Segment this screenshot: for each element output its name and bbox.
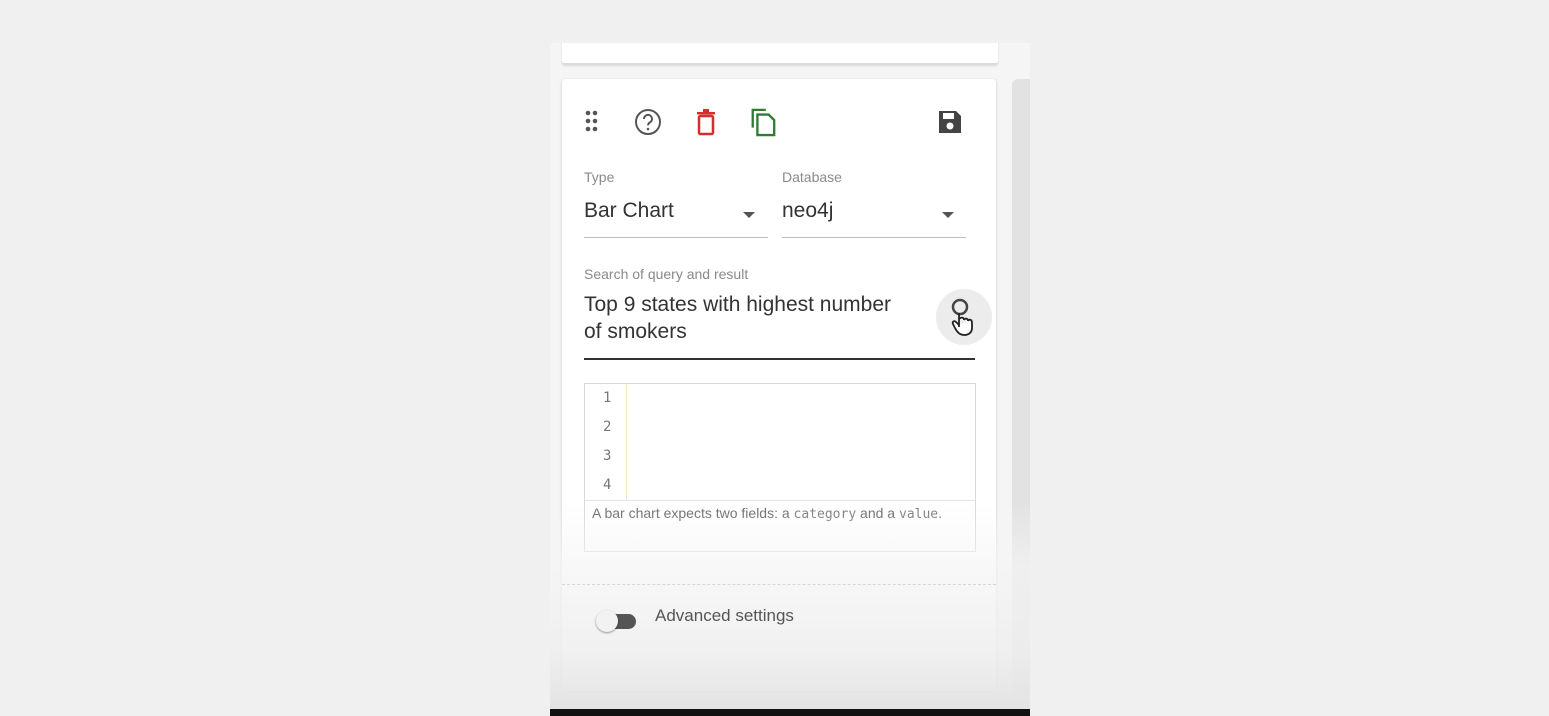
advanced-settings-label: Advanced settings	[655, 606, 794, 625]
copy-icon[interactable]	[749, 107, 777, 137]
save-icon[interactable]	[936, 107, 964, 137]
database-label: Database	[782, 169, 842, 185]
trash-icon[interactable]	[692, 107, 720, 137]
line-number: 2	[603, 419, 612, 435]
adjacent-card-edge	[1012, 79, 1030, 693]
search-submit-icon	[951, 298, 973, 336]
search-submit-button[interactable]	[936, 289, 992, 345]
report-settings-card: Type Bar Chart Database neo4j Search of …	[562, 79, 1008, 716]
bottom-edge-bar	[550, 709, 1030, 716]
advanced-settings-toggle[interactable]	[596, 609, 640, 633]
line-number-gutter: 1 2 3 4	[585, 384, 627, 500]
hint-text: and a	[856, 505, 899, 521]
line-number: 4	[603, 477, 612, 493]
query-editor[interactable]: 1 2 3 4 A bar chart expects two fields: …	[584, 383, 976, 552]
search-label: Search of query and result	[584, 266, 749, 282]
hint-text: A bar chart expects two fields: a	[592, 505, 794, 521]
dashboard-panel-area: Type Bar Chart Database neo4j Search of …	[550, 43, 1030, 716]
hint-code-value: value	[899, 507, 939, 522]
search-input-underline	[584, 358, 975, 360]
search-input[interactable]: Top 9 states with highest number of smok…	[584, 291, 914, 345]
help-circle-icon[interactable]	[634, 107, 662, 137]
toggle-thumb	[596, 610, 618, 632]
type-select-value[interactable]: Bar Chart	[584, 199, 674, 223]
drag-handle-icon[interactable]	[578, 107, 606, 137]
line-number: 1	[603, 390, 612, 406]
hint-text: .	[938, 505, 943, 521]
hint-code-category: category	[793, 507, 857, 522]
type-label: Type	[584, 169, 615, 185]
previous-card-edge	[562, 43, 998, 65]
editor-hint: A bar chart expects two fields: a catego…	[585, 500, 975, 551]
chevron-down-icon[interactable]	[743, 212, 755, 218]
section-divider	[562, 584, 996, 585]
line-number: 3	[603, 448, 612, 464]
type-select-underline	[584, 237, 768, 238]
gutter-divider	[626, 384, 627, 500]
database-select-underline	[782, 237, 966, 238]
chevron-down-icon[interactable]	[942, 212, 954, 218]
database-select-value[interactable]: neo4j	[782, 199, 833, 223]
